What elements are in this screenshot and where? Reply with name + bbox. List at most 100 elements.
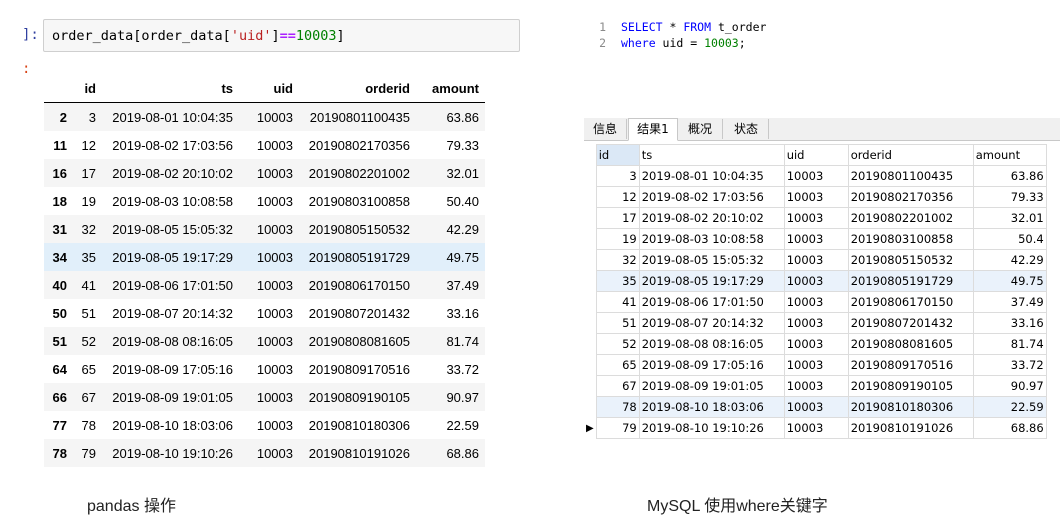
grid-row[interactable]: 3 2019-08-01 10:04:35 10003 20190801100435 6… (584, 165, 1047, 187)
grid-cell-uid[interactable]: 10003 (783, 165, 849, 187)
grid-cell-uid[interactable]: 10003 (783, 354, 849, 376)
grid-cell-id[interactable]: 79 (595, 417, 640, 439)
grid-cell-orderid[interactable]: 20190808081605 (847, 333, 974, 355)
grid-cell-ts[interactable]: 2019-08-09 17:05:16 (638, 354, 785, 376)
row-indicator[interactable] (584, 397, 596, 418)
grid-cell-amount[interactable]: 79.33 (972, 186, 1047, 208)
grid-column-header[interactable]: uid (783, 144, 849, 166)
result-grid[interactable]: id ts uid orderid amount 3 2019-08-01 10:… (584, 144, 1047, 439)
grid-cell-uid[interactable]: 10003 (783, 207, 849, 229)
grid-cell-orderid[interactable]: 20190805191729 (847, 270, 974, 292)
tab-overview[interactable]: 概况 (678, 119, 723, 139)
grid-cell-amount[interactable]: 63.86 (972, 165, 1047, 187)
grid-row[interactable]: 19 2019-08-03 10:08:58 10003 20190803100858… (584, 228, 1047, 250)
grid-cell-ts[interactable]: 2019-08-07 20:14:32 (638, 312, 785, 334)
grid-cell-orderid[interactable]: 20190801100435 (847, 165, 974, 187)
grid-cell-id[interactable]: 41 (595, 291, 640, 313)
grid-cell-amount[interactable]: 49.75 (972, 270, 1047, 292)
grid-cell-orderid[interactable]: 20190810180306 (847, 396, 974, 418)
row-indicator[interactable] (584, 229, 596, 250)
grid-cell-orderid[interactable]: 20190802201002 (847, 207, 974, 229)
tab-info[interactable]: 信息 (584, 119, 627, 139)
row-indicator[interactable] (584, 376, 596, 397)
grid-cell-uid[interactable]: 10003 (783, 417, 849, 439)
grid-cell-id[interactable]: 32 (595, 249, 640, 271)
code-cell[interactable]: order_data[order_data['uid']==10003] (43, 19, 520, 52)
row-indicator[interactable] (584, 208, 596, 229)
grid-cell-amount[interactable]: 32.01 (972, 207, 1047, 229)
tab-status[interactable]: 状态 (724, 119, 769, 139)
sql-editor[interactable]: 1 SELECT * FROM t_order 2 where uid = 1000… (584, 14, 1060, 117)
grid-cell-ts[interactable]: 2019-08-05 15:05:32 (638, 249, 785, 271)
grid-cell-uid[interactable]: 10003 (783, 333, 849, 355)
grid-cell-amount[interactable]: 37.49 (972, 291, 1047, 313)
grid-cell-amount[interactable]: 90.97 (972, 375, 1047, 397)
row-indicator[interactable] (584, 355, 596, 376)
grid-cell-id[interactable]: 65 (595, 354, 640, 376)
grid-cell-ts[interactable]: 2019-08-08 08:16:05 (638, 333, 785, 355)
row-indicator[interactable] (584, 187, 596, 208)
grid-cell-id[interactable]: 12 (595, 186, 640, 208)
grid-row[interactable]: 78 2019-08-10 18:03:06 10003 20190810180306… (584, 396, 1047, 418)
grid-cell-orderid[interactable]: 20190802170356 (847, 186, 974, 208)
row-indicator[interactable] (584, 292, 596, 313)
grid-cell-ts[interactable]: 2019-08-05 19:17:29 (638, 270, 785, 292)
grid-column-header[interactable]: id (595, 144, 640, 166)
row-indicator[interactable] (584, 334, 596, 355)
grid-cell-uid[interactable]: 10003 (783, 396, 849, 418)
grid-cell-uid[interactable]: 10003 (783, 375, 849, 397)
row-indicator[interactable] (584, 313, 596, 334)
grid-cell-ts[interactable]: 2019-08-10 18:03:06 (638, 396, 785, 418)
grid-cell-orderid[interactable]: 20190803100858 (847, 228, 974, 250)
grid-cell-id[interactable]: 17 (595, 207, 640, 229)
grid-cell-id[interactable]: 35 (595, 270, 640, 292)
grid-cell-uid[interactable]: 10003 (783, 291, 849, 313)
grid-cell-orderid[interactable]: 20190805150532 (847, 249, 974, 271)
grid-cell-orderid[interactable]: 20190809190105 (847, 375, 974, 397)
sql-line-1[interactable]: 1 SELECT * FROM t_order (584, 20, 766, 34)
grid-cell-id[interactable]: 19 (595, 228, 640, 250)
code-text[interactable]: order_data[order_data['uid']==10003] (52, 28, 345, 44)
row-indicator[interactable] (584, 166, 596, 187)
grid-row[interactable]: ▶ 79 2019-08-10 19:10:26 10003 2019081019102… (584, 417, 1047, 439)
grid-cell-amount[interactable]: 22.59 (972, 396, 1047, 418)
grid-cell-orderid[interactable]: 20190810191026 (847, 417, 974, 439)
grid-cell-ts[interactable]: 2019-08-06 17:01:50 (638, 291, 785, 313)
grid-cell-amount[interactable]: 33.72 (972, 354, 1047, 376)
grid-cell-id[interactable]: 51 (595, 312, 640, 334)
grid-cell-uid[interactable]: 10003 (783, 270, 849, 292)
grid-cell-uid[interactable]: 10003 (783, 312, 849, 334)
grid-cell-uid[interactable]: 10003 (783, 249, 849, 271)
grid-cell-id[interactable]: 3 (595, 165, 640, 187)
grid-column-header[interactable]: ts (638, 144, 785, 166)
grid-cell-amount[interactable]: 33.16 (972, 312, 1047, 334)
grid-cell-ts[interactable]: 2019-08-02 17:03:56 (638, 186, 785, 208)
grid-cell-ts[interactable]: 2019-08-02 20:10:02 (638, 207, 785, 229)
grid-cell-orderid[interactable]: 20190806170150 (847, 291, 974, 313)
grid-cell-uid[interactable]: 10003 (783, 186, 849, 208)
grid-cell-ts[interactable]: 2019-08-09 19:01:05 (638, 375, 785, 397)
grid-row[interactable]: 41 2019-08-06 17:01:50 10003 20190806170150… (584, 291, 1047, 313)
grid-row[interactable]: 17 2019-08-02 20:10:02 10003 20190802201002… (584, 207, 1047, 229)
grid-cell-amount[interactable]: 42.29 (972, 249, 1047, 271)
sql-line-2[interactable]: 2 where uid = 10003; (584, 36, 746, 50)
grid-cell-id[interactable]: 67 (595, 375, 640, 397)
grid-row[interactable]: 67 2019-08-09 19:01:05 10003 20190809190105… (584, 375, 1047, 397)
grid-cell-id[interactable]: 78 (595, 396, 640, 418)
grid-column-header[interactable]: orderid (847, 144, 974, 166)
row-indicator[interactable] (584, 271, 596, 292)
grid-row[interactable]: 35 2019-08-05 19:17:29 10003 20190805191729… (584, 270, 1047, 292)
grid-row[interactable]: 12 2019-08-02 17:03:56 10003 20190802170356… (584, 186, 1047, 208)
grid-cell-id[interactable]: 52 (595, 333, 640, 355)
grid-row[interactable]: 52 2019-08-08 08:16:05 10003 20190808081605… (584, 333, 1047, 355)
grid-row[interactable]: 32 2019-08-05 15:05:32 10003 20190805150532… (584, 249, 1047, 271)
row-indicator[interactable] (584, 250, 596, 271)
grid-row[interactable]: 51 2019-08-07 20:14:32 10003 20190807201432… (584, 312, 1047, 334)
grid-cell-amount[interactable]: 68.86 (972, 417, 1047, 439)
grid-row[interactable]: 65 2019-08-09 17:05:16 10003 20190809170516… (584, 354, 1047, 376)
grid-cell-ts[interactable]: 2019-08-10 19:10:26 (638, 417, 785, 439)
grid-cell-orderid[interactable]: 20190807201432 (847, 312, 974, 334)
grid-cell-uid[interactable]: 10003 (783, 228, 849, 250)
tab-result-1[interactable]: 结果1 (628, 118, 678, 141)
grid-column-header[interactable]: amount (972, 144, 1047, 166)
